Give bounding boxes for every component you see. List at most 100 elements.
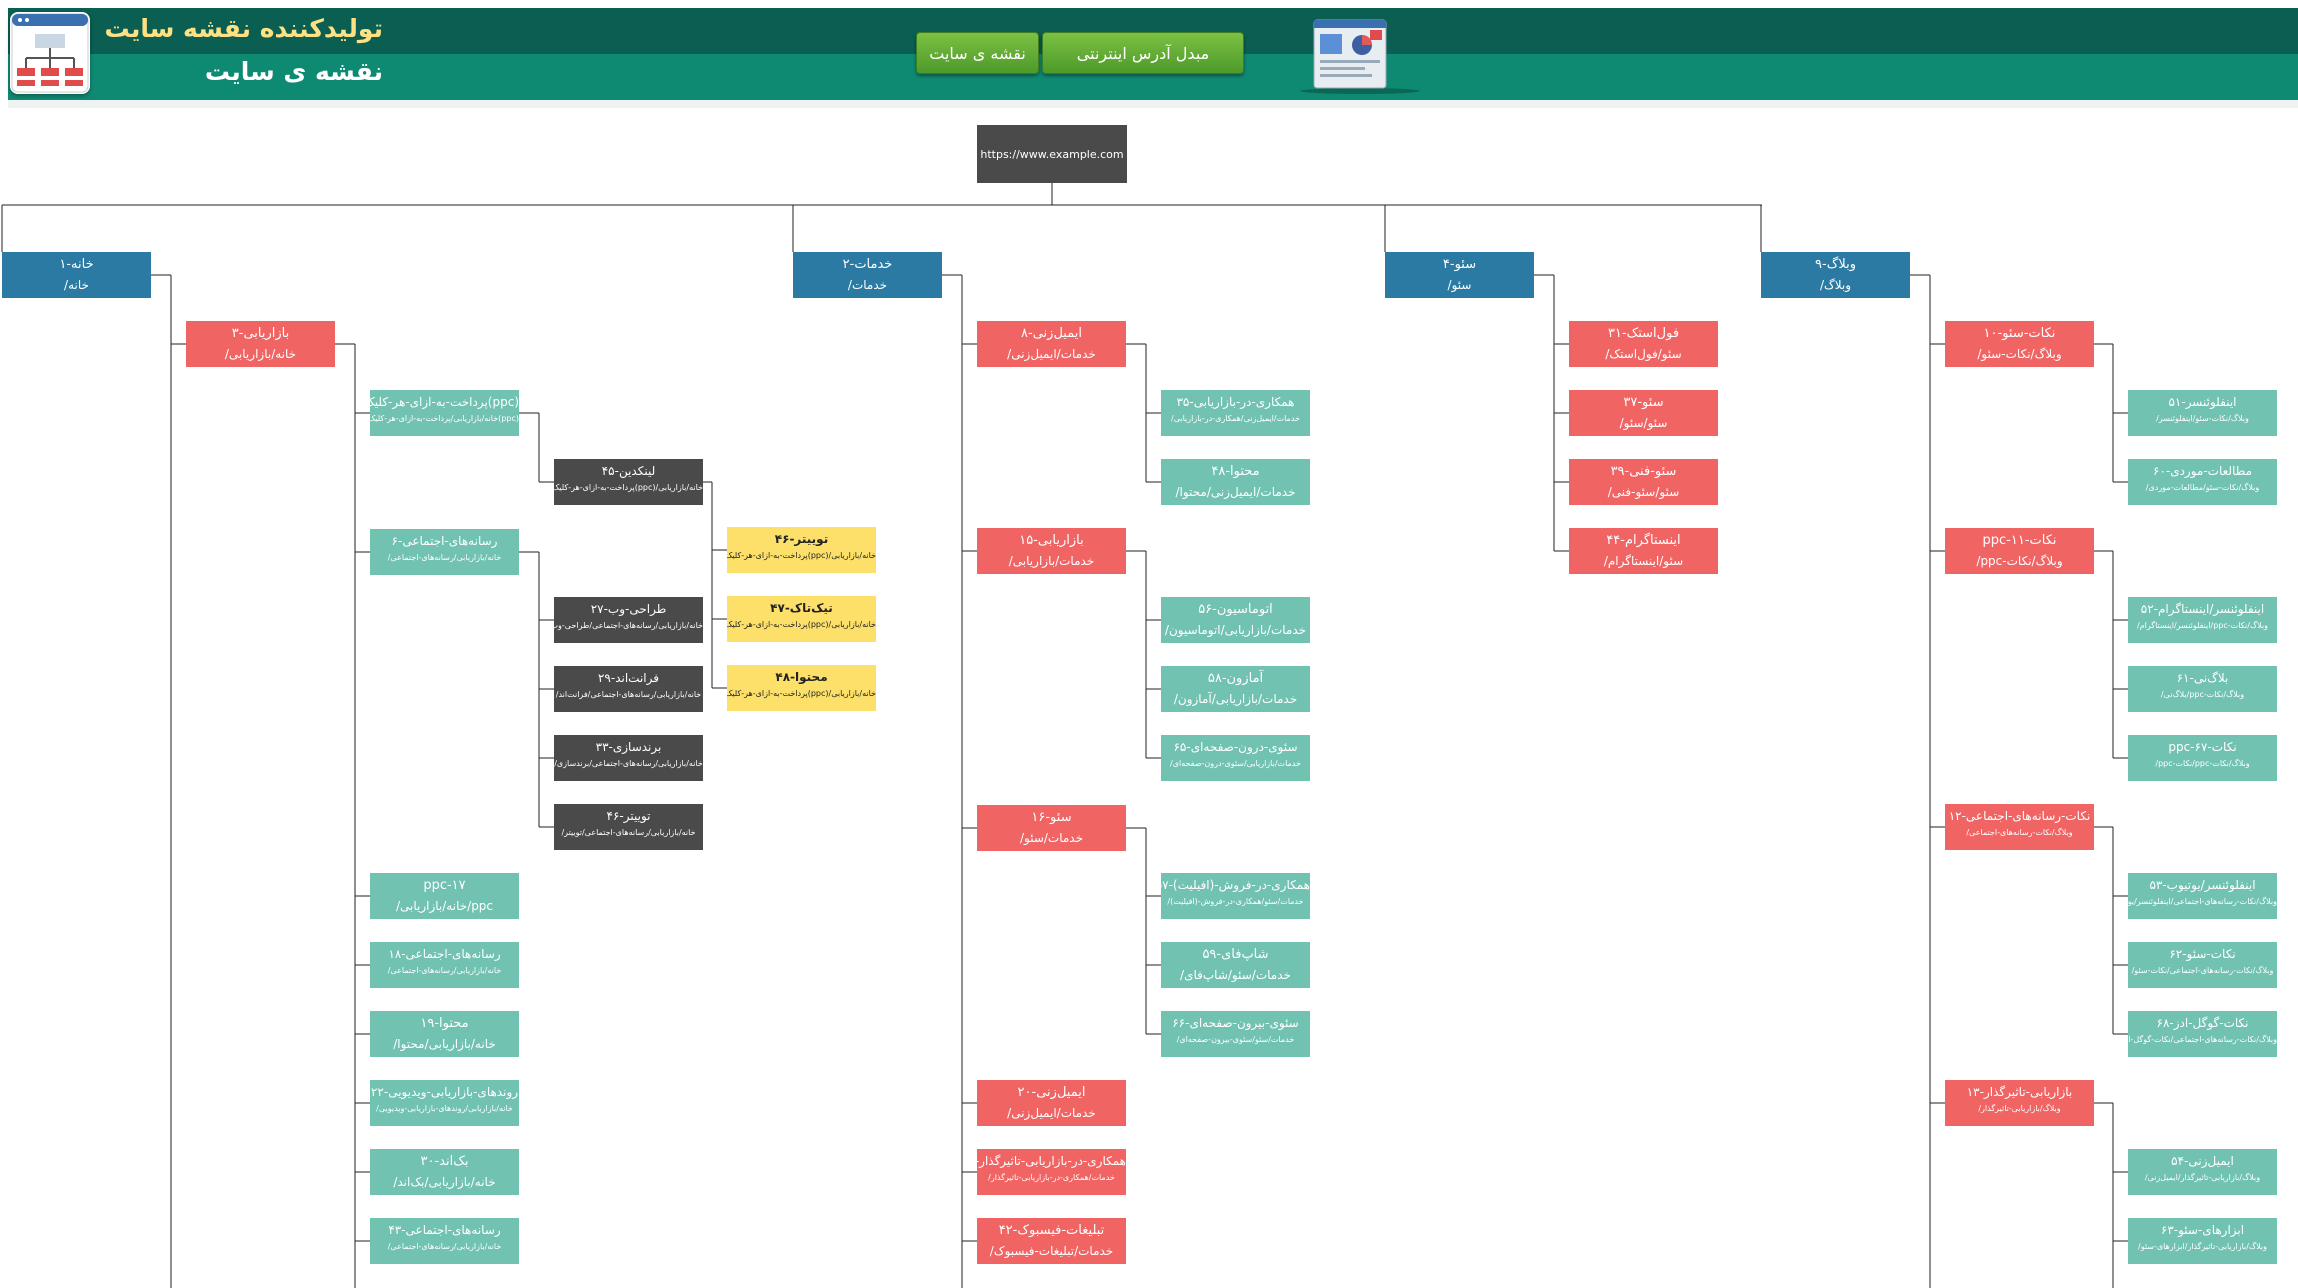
sitemap-node-h-webdesign27[interactable]: طراحی-وب-۲۷ خانه/بازاریابی/رسانه‌های-اجتم… (554, 597, 703, 643)
node-title: بازاریابی-۱۵ (1019, 533, 1084, 548)
sitemap-node-b-ppc11[interactable]: نکات-ppc-۱۱ وبلاگ/نکات-ppc/ (1945, 528, 2094, 574)
node-path: خدمات/سئو/همکاری-در-فروش-(افیلیت)/ (1167, 897, 1304, 906)
node-title: سئو-۴ (1442, 257, 1477, 272)
sitemap-node-b-seo62[interactable]: نکات-سئو-۶۲ وبلاگ/نکات-رسانه‌های-اجتماعی/… (2128, 942, 2277, 988)
sitemap-node-h-social6[interactable]: رسانه‌های-اجتماعی-۶ خانه/بازاریابی/رسانه‌… (370, 529, 519, 575)
sitemap-node-b-instainf52[interactable]: اینفلوئنسر/اینستاگرام-۵۲ وبلاگ/نکات-ppc/ا… (2128, 597, 2277, 643)
node-title: همکاری-در-بازاریابی-تاثیرگذار-۲۱ (977, 1154, 1126, 1168)
node-title: توییتر-۴۶ (774, 532, 829, 546)
node-path: خانه/بازاریابی/(ppc)پرداخت-به-ازای-هر-کل… (554, 483, 703, 492)
node-path: خانه/بازاریابی/(ppc)پرداخت-به-ازای-هر-کل… (727, 689, 876, 698)
sitemap-node-h-frontend29[interactable]: فرانت‌اند-۲۹ خانه/بازاریابی/رسانه‌های-اجت… (554, 666, 703, 712)
node-title: اینستاگرام-۴۴ (1606, 533, 1681, 548)
node-path: خدمات/ایمیل‌زنی/ (1007, 347, 1096, 361)
node-path: خدمات/بازاریابی/ (1008, 554, 1095, 568)
sitemap-node-s-affiliate57[interactable]: همکاری-در-فروش-(افیلیت)-۵۷ خدمات/سئو/همکا… (1161, 873, 1310, 919)
sitemap-node-o-fullstack31[interactable]: فول‌استک-۳۱ سئو/فول‌استک/ (1569, 321, 1718, 367)
sitemap-node-s-seo16[interactable]: سئو-۱۶ خدمات/سئو/ (977, 805, 1126, 851)
sitemap-node-s-email20[interactable]: ایمیل‌زنی-۲۰ خدمات/ایمیل‌زنی/ (977, 1080, 1126, 1126)
sitemap-node-h-content19[interactable]: محتوا-۱۹ خانه/بازاریابی/محتوا/ (370, 1011, 519, 1057)
sitemap-node-b-influencer13[interactable]: بازاریابی-تاثیرگذار-۱۳ وبلاگ/بازاریابی-تا… (1945, 1080, 2094, 1126)
node-path: وبلاگ/نکات-ppc/نکات-ppc/ (2155, 759, 2250, 768)
sitemap-node-h-ppc17[interactable]: ppc-۱۷ ppc/خانه/بازاریابی/ (370, 873, 519, 919)
sitemap-node-h-twitter46[interactable]: توییتر-۴۶ خانه/بازاریابی/(ppc)پرداخت-به-ا… (727, 527, 876, 573)
node-title: شاپ‌فای-۵۹ (1202, 947, 1269, 962)
sitemap-node-seo[interactable]: سئو-۴ سئو/ (1385, 252, 1534, 298)
sitemap-node-s-affiliate21[interactable]: همکاری-در-بازاریابی-تاثیرگذار-۲۱ خدمات/هم… (977, 1149, 1126, 1195)
sitemap-node-h-video22[interactable]: روندهای-بازاریابی-ویدیویی-۲۲ خانه/بازاریا… (370, 1080, 519, 1126)
node-title: سئو-۳۷ (1623, 395, 1664, 410)
sitemap-node-h-branding33[interactable]: برندسازی-۳۳ خانه/بازاریابی/رسانه‌های-اجتم… (554, 735, 703, 781)
node-path: خدمات/بازاریابی/اتوماسیون/ (1164, 623, 1307, 637)
node-path: خانه/بازاریابی/ (224, 347, 297, 361)
node-title: نکات-سئو-۱۰ (1983, 326, 2056, 341)
sitemap-node-b-email54[interactable]: ایمیل‌زنی-۵۴ وبلاگ/بازاریابی-تاثیرگذار/ای… (2128, 1149, 2277, 1195)
node-path: سئو/سئو/ (1619, 416, 1668, 430)
sitemap-node-h-social18[interactable]: رسانه‌های-اجتماعی-۱۸ خانه/بازاریابی/رسانه… (370, 942, 519, 988)
node-title: (ppc)پرداخت-به-ازای-هر-کلیک-۵ (370, 395, 519, 409)
node-path: خدمات/ایمیل‌زنی/همکاری-در-بازاریابی/ (1171, 414, 1300, 423)
node-title: ایمیل‌زنی-۸ (1021, 326, 1082, 341)
sitemap-node-b-yt53[interactable]: اینفلوئنسر/یوتیوب-۵۳ وبلاگ/نکات-رسانه‌های… (2128, 873, 2277, 919)
sitemap-node-h-linkedin45[interactable]: لینکدین-۴۵ خانه/بازاریابی/(ppc)پرداخت-به-… (554, 459, 703, 505)
sitemap-node-b-inf51[interactable]: اینفلوئنسر-۵۱ وبلاگ/نکات-سئو/اینفلوئنسر/ (2128, 390, 2277, 436)
sitemap-node-o-tech39[interactable]: سئو-فنی-۳۹ سئو/سئو-فنی/ (1569, 459, 1718, 505)
sitemap-node-b-ppc67[interactable]: نکات-ppc-۶۷ وبلاگ/نکات-ppc/نکات-ppc/ (2128, 735, 2277, 781)
node-title: رسانه‌های-اجتماعی-۶ (391, 534, 498, 548)
node-title: ایمیل‌زنی-۵۴ (2171, 1154, 2234, 1168)
sitemap-node-s-auto56[interactable]: اتوماسیون-۵۶ خدمات/بازاریابی/اتوماسیون/ (1161, 597, 1310, 643)
node-path: وبلاگ/نکات-سئو/ (1977, 347, 2062, 361)
sitemap-node-s-shopify59[interactable]: شاپ‌فای-۵۹ خدمات/سئو/شاپ‌فای/ (1161, 942, 1310, 988)
sitemap-node-h-social43[interactable]: رسانه‌های-اجتماعی-۴۳ خانه/بازاریابی/رسانه… (370, 1218, 519, 1264)
sitemap-node-s-amazon58[interactable]: آمازون-۵۸ خدمات/بازاریابی/آمازون/ (1161, 666, 1310, 712)
node-title: سئوی-درون-صفحه‌ای-۶۵ (1173, 740, 1298, 754)
node-title: رسانه‌های-اجتماعی-۴۳ (388, 1223, 501, 1237)
sitemap-node-h-tiktok47[interactable]: تیک‌تاک-۴۷ خانه/بازاریابی/(ppc)پرداخت-به-… (727, 596, 876, 642)
sitemap-node-b-blog61[interactable]: بلاگ‌نی-۶۱ وبلاگ/نکات-ppc/بلاگ‌نی/ (2128, 666, 2277, 712)
sitemap-node-h-twitter46b[interactable]: توییتر-۴۶ خانه/بازاریابی/رسانه‌های-اجتماع… (554, 804, 703, 850)
node-path: سئو/اینستاگرام/ (1603, 554, 1684, 568)
node-title: بلاگ‌نی-۶۱ (2176, 671, 2229, 685)
sitemap-node-h-marketing[interactable]: بازاریابی-۳ خانه/بازاریابی/ (186, 321, 335, 367)
sitemap-node-b-tools63[interactable]: ابزارهای-سئو-۶۳ وبلاگ/بازاریابی-تاثیرگذار… (2128, 1218, 2277, 1264)
node-path: خانه/بازاریابی/روندهای-بازاریابی-ویدیویی… (376, 1104, 513, 1113)
sitemap-node-b-case60[interactable]: مطالعات-موردی-۶۰ وبلاگ/نکات-سئو/مطالعات-م… (2128, 459, 2277, 505)
node-title: خدمات-۲ (842, 257, 893, 272)
node-title: فول‌استک-۳۱ (1607, 326, 1680, 341)
node-title: فرانت‌اند-۲۹ (597, 671, 659, 685)
sitemap-node-s-onpage65[interactable]: سئوی-درون-صفحه‌ای-۶۵ خدمات/بازاریابی/سئوی… (1161, 735, 1310, 781)
sitemap-node-h-content48[interactable]: محتوا-۴۸ خانه/بازاریابی/(ppc)پرداخت-به-از… (727, 665, 876, 711)
node-path: خانه/بازاریابی/رسانه‌های-اجتماعی/طراحی-و… (554, 621, 703, 630)
node-title: ایمیل‌زنی-۲۰ (1017, 1085, 1086, 1100)
sitemap-node-s-marketing15[interactable]: بازاریابی-۱۵ خدمات/بازاریابی/ (977, 528, 1126, 574)
node-path: خدمات/سئو/سئوی-بیرون-صفحه‌ای/ (1176, 1035, 1295, 1044)
sitemap-node-b-social12[interactable]: نکات-رسانه‌های-اجتماعی-۱۲ وبلاگ/نکات-رسان… (1945, 804, 2094, 850)
node-path: وبلاگ/بازاریابی-تاثیرگذار/ایمیل‌زنی/ (2144, 1173, 2261, 1182)
node-path: وبلاگ/نکات-ppc/بلاگ‌نی/ (2160, 690, 2245, 699)
sitemap-node-s-offpage66[interactable]: سئوی-بیرون-صفحه‌ای-۶۶ خدمات/سئو/سئوی-بیرو… (1161, 1011, 1310, 1057)
node-path: خانه/ (64, 278, 89, 292)
sitemap-node-s-content48[interactable]: محتوا-۴۸ خدمات/ایمیل‌زنی/محتوا/ (1161, 459, 1310, 505)
sitemap-node-b-tips10[interactable]: نکات-سئو-۱۰ وبلاگ/نکات-سئو/ (1945, 321, 2094, 367)
node-path: وبلاگ/نکات-رسانه‌های-اجتماعی/اینفلوئنسر/… (2128, 897, 2277, 906)
node-title: روندهای-بازاریابی-ویدیویی-۲۲ (370, 1085, 519, 1099)
node-title: محتوا-۴۸ (775, 670, 828, 684)
sitemap-node-h-backend30[interactable]: بک‌اند-۳۰ خانه/بازاریابی/بک‌اند/ (370, 1149, 519, 1195)
node-path: خدمات/سئو/ (1019, 831, 1084, 845)
sitemap-node-o-seo37[interactable]: سئو-۳۷ سئو/سئو/ (1569, 390, 1718, 436)
node-title: نکات-ppc-۶۷ (2168, 740, 2237, 754)
sitemap-node-s-fbads42[interactable]: تبلیغات-فیسبوک-۴۲ خدمات/تبلیغات-فیسبوک/ (977, 1218, 1126, 1264)
sitemap-node-o-insta44[interactable]: اینستاگرام-۴۴ سئو/اینستاگرام/ (1569, 528, 1718, 574)
node-path: خانه/بازاریابی/رسانه‌های-اجتماعی/ (387, 966, 502, 975)
node-title: سئو-فنی-۳۹ (1610, 464, 1677, 479)
node-title: ppc-۱۷ (423, 878, 466, 893)
sitemap-node-services[interactable]: خدمات-۲ خدمات/ (793, 252, 942, 298)
sitemap-node-s-affil35[interactable]: همکاری-در-بازاریابی-۳۵ خدمات/ایمیل‌زنی/هم… (1161, 390, 1310, 436)
node-title: محتوا-۴۸ (1211, 464, 1260, 479)
sitemap-node-blog[interactable]: وبلاگ-۹ وبلاگ/ (1761, 252, 1910, 298)
sitemap-node-b-gads68[interactable]: نکات-گوگل-ادز-۶۸ وبلاگ/نکات-رسانه‌های-اجت… (2128, 1011, 2277, 1057)
sitemap-node-s-email8[interactable]: ایمیل‌زنی-۸ خدمات/ایمیل‌زنی/ (977, 321, 1126, 367)
sitemap-node-h-ppc5[interactable]: (ppc)پرداخت-به-ازای-هر-کلیک-۵ (ppc)خانه/ب… (370, 390, 519, 436)
sitemap-node-home[interactable]: خانه-۱ خانه/ (2, 252, 151, 298)
node-path: سئو/ (1447, 278, 1472, 292)
